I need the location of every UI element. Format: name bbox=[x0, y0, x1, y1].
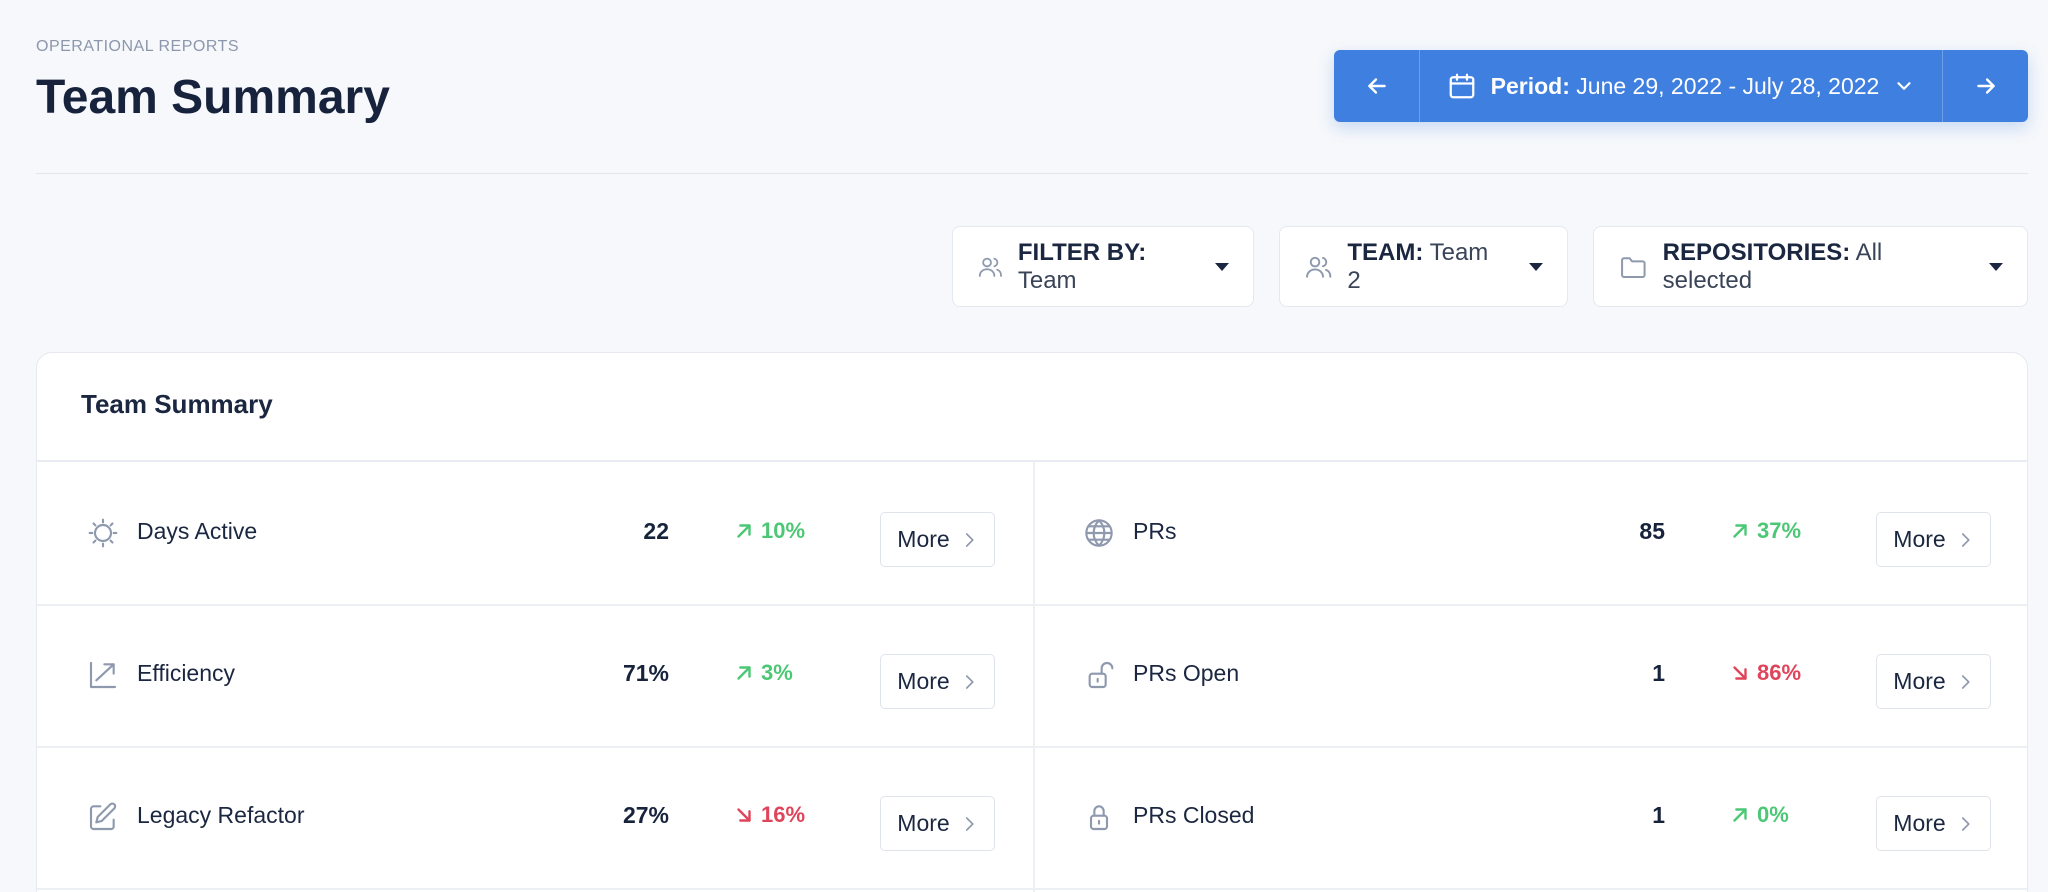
next-period-button[interactable] bbox=[1942, 50, 2028, 122]
metric-prs-open: PRs Open 1 86% More bbox=[1033, 604, 2029, 746]
period-dropdown[interactable]: Period: June 29, 2022 - July 28, 2022 bbox=[1420, 50, 1942, 122]
more-button[interactable]: More bbox=[1876, 796, 1991, 851]
more-label: More bbox=[897, 810, 950, 836]
row-divider bbox=[37, 888, 2027, 890]
metric-delta-value: 10% bbox=[761, 518, 806, 543]
metric-legacy-refactor: Legacy Refactor 27% 16% More bbox=[37, 746, 1033, 888]
metric-label: PRs Open bbox=[1133, 660, 1240, 686]
metric-value: 85 bbox=[1639, 518, 1665, 544]
more-label: More bbox=[1893, 810, 1946, 836]
more-label: More bbox=[1893, 526, 1946, 552]
repositories-dropdown[interactable]: REPOSITORIES: All selected bbox=[1593, 226, 2028, 307]
folder-icon bbox=[1621, 256, 1646, 278]
unlock-icon bbox=[1088, 662, 1114, 689]
metric-label: Days Active bbox=[137, 518, 258, 544]
arrow-down-right-icon bbox=[737, 808, 751, 822]
metric-value: 1 bbox=[1652, 660, 1665, 686]
caret-down-icon bbox=[1529, 262, 1543, 271]
metric-delta-value: 86% bbox=[1757, 660, 1802, 685]
metric-delta-value: 0% bbox=[1757, 802, 1789, 827]
period-value: June 29, 2022 - July 28, 2022 bbox=[1576, 72, 1880, 99]
more-button[interactable]: More bbox=[1876, 654, 1991, 709]
arrow-left-icon bbox=[1367, 78, 1386, 94]
metric-delta: 86% bbox=[1729, 660, 1801, 686]
metric-delta-value: 3% bbox=[761, 660, 793, 685]
caret-down-icon bbox=[1215, 262, 1229, 271]
metric-delta: 0% bbox=[1729, 802, 1789, 828]
arrow-up-right-icon bbox=[737, 666, 751, 680]
arrow-up-right-icon bbox=[737, 524, 751, 538]
team-summary-card: Team Summary Days Active 22 10% More PRs… bbox=[36, 352, 2028, 892]
chevron-right-icon bbox=[965, 674, 974, 689]
metric-prs: PRs 85 37% More bbox=[1033, 462, 2029, 604]
metric-delta: 16% bbox=[733, 802, 805, 828]
repositories-label: REPOSITORIES: bbox=[1662, 238, 1851, 266]
more-label: More bbox=[897, 668, 950, 694]
chevron-right-icon bbox=[1961, 816, 1970, 831]
arrow-up-right-icon bbox=[1733, 808, 1747, 822]
metric-value: 71% bbox=[622, 660, 669, 686]
users-icon bbox=[978, 257, 1002, 277]
chevron-right-icon bbox=[965, 816, 974, 831]
metric-delta: 3% bbox=[733, 660, 793, 686]
more-button[interactable]: More bbox=[880, 654, 995, 709]
trend-up-icon bbox=[89, 661, 117, 689]
metric-value: 27% bbox=[622, 802, 669, 828]
metric-delta: 37% bbox=[1729, 518, 1801, 544]
team-dropdown[interactable]: TEAM: Team 2 bbox=[1279, 226, 1568, 307]
header-divider bbox=[36, 173, 2028, 174]
metric-label: PRs Closed bbox=[1133, 802, 1255, 828]
breadcrumb: OPERATIONAL REPORTS bbox=[36, 38, 240, 55]
metric-delta-value: 16% bbox=[761, 802, 806, 827]
metric-delta: 10% bbox=[733, 518, 805, 544]
filter-by-dropdown[interactable]: FILTER BY: Team bbox=[952, 226, 1254, 307]
chevron-right-icon bbox=[1961, 674, 1970, 689]
metric-efficiency: Efficiency 71% 3% More bbox=[37, 604, 1033, 746]
arrow-right-icon bbox=[1976, 78, 1995, 94]
filter-by-value: Team bbox=[1017, 266, 1077, 294]
metric-label: Efficiency bbox=[137, 660, 236, 686]
edit-icon bbox=[89, 802, 117, 831]
lock-icon bbox=[1089, 805, 1109, 831]
filter-by-label: FILTER BY: bbox=[1017, 238, 1147, 266]
caret-down-icon bbox=[1989, 262, 2003, 271]
metric-value: 1 bbox=[1652, 802, 1665, 828]
metric-label: PRs bbox=[1133, 518, 1177, 544]
calendar-icon bbox=[1449, 73, 1475, 99]
metric-days-active: Days Active 22 10% More bbox=[37, 462, 1033, 604]
metric-value: 22 bbox=[643, 518, 669, 544]
period-label: Period: bbox=[1490, 72, 1570, 99]
sun-icon bbox=[88, 518, 118, 548]
more-button[interactable]: More bbox=[1876, 512, 1991, 567]
arrow-up-right-icon bbox=[1733, 524, 1747, 538]
chevron-right-icon bbox=[965, 532, 974, 547]
globe-icon bbox=[1085, 518, 1113, 548]
previous-period-button[interactable] bbox=[1334, 50, 1420, 122]
users-icon bbox=[1306, 256, 1332, 278]
more-button[interactable]: More bbox=[880, 512, 995, 567]
metric-prs-closed: PRs Closed 1 0% More bbox=[1033, 746, 2029, 888]
team-label: TEAM: bbox=[1347, 238, 1424, 266]
more-label: More bbox=[1893, 668, 1946, 694]
page-title: Team Summary bbox=[36, 71, 390, 124]
metric-label: Legacy Refactor bbox=[137, 802, 305, 828]
card-title: Team Summary bbox=[81, 389, 273, 419]
metric-delta-value: 37% bbox=[1757, 518, 1802, 543]
arrow-down-right-icon bbox=[1733, 666, 1747, 680]
more-label: More bbox=[897, 526, 950, 552]
chevron-right-icon bbox=[1961, 532, 1970, 547]
more-button[interactable]: More bbox=[880, 796, 995, 851]
period-selector: Period: June 29, 2022 - July 28, 2022 bbox=[1334, 50, 2028, 122]
chevron-down-icon bbox=[1897, 82, 1911, 90]
